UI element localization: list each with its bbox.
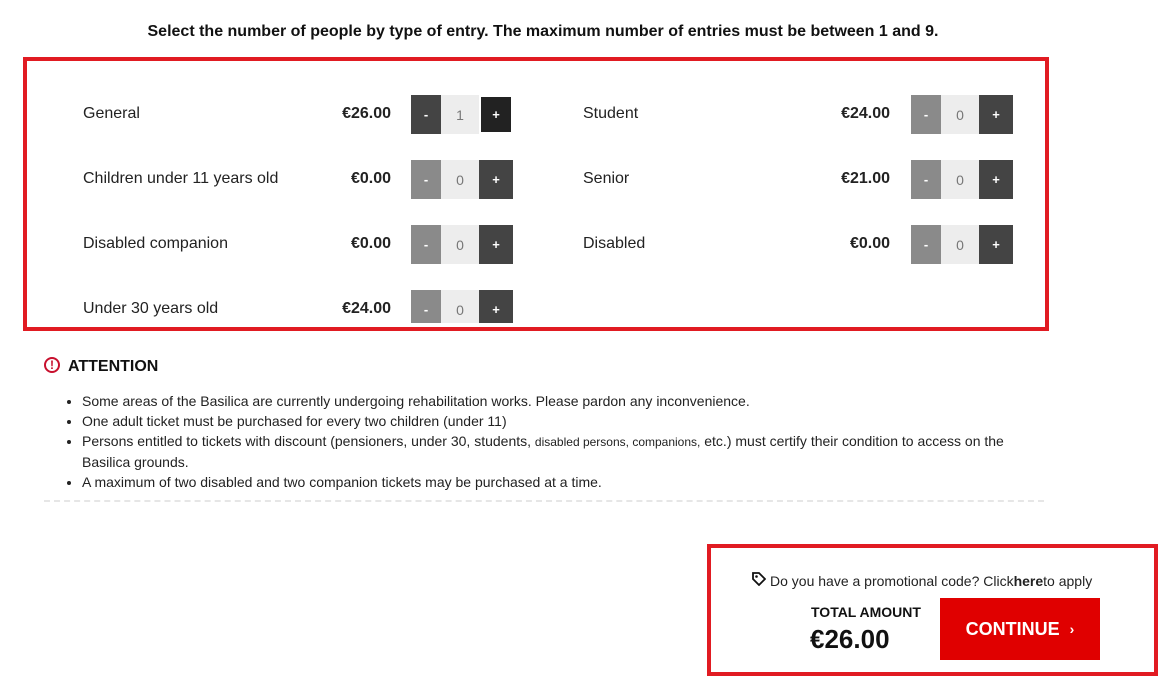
increment-button[interactable]: +: [479, 160, 513, 199]
attention-header: ! ATTENTION: [44, 357, 159, 376]
quantity-value[interactable]: 0: [941, 160, 979, 199]
decrement-button[interactable]: -: [911, 160, 941, 199]
tag-icon: [752, 572, 767, 589]
promo-code-prompt: Do you have a promotional code? Click he…: [752, 572, 1092, 589]
total-amount-label: TOTAL AMOUNT: [811, 604, 921, 620]
ticket-price-senior: €21.00: [841, 170, 890, 187]
list-item: Persons entitled to tickets with discoun…: [82, 431, 1052, 472]
stepper-children: - 0 +: [411, 160, 513, 199]
ticket-price-general: €26.00: [342, 105, 391, 122]
list-item: One adult ticket must be purchased for e…: [82, 411, 1052, 431]
increment-button[interactable]: +: [479, 225, 513, 264]
decrement-button[interactable]: -: [411, 95, 441, 134]
promo-link[interactable]: here: [1014, 573, 1044, 589]
ticket-label-disabled-companion: Disabled companion: [83, 235, 228, 252]
note-small-text: disabled persons, companions,: [534, 435, 701, 449]
decrement-button[interactable]: -: [411, 225, 441, 264]
list-item: Some areas of the Basilica are currently…: [82, 391, 1052, 411]
continue-button[interactable]: CONTINUE ›: [940, 598, 1100, 660]
stepper-disabled: - 0 +: [911, 225, 1013, 264]
stepper-general: - 1 +: [411, 95, 513, 134]
increment-button[interactable]: +: [479, 290, 513, 323]
decrement-button[interactable]: -: [911, 225, 941, 264]
promo-text-pre: Do you have a promotional code? Click: [770, 572, 1014, 589]
promo-text-post: to apply: [1043, 572, 1093, 589]
ticket-price-disabled-companion: €0.00: [350, 235, 391, 252]
continue-label: CONTINUE: [965, 618, 1060, 639]
quantity-value[interactable]: 0: [441, 290, 479, 323]
ticket-label-under-30: Under 30 years old: [83, 300, 219, 317]
ticket-price-student: €24.00: [841, 105, 890, 122]
ticket-label-senior: Senior: [583, 170, 630, 187]
stepper-senior: - 0 +: [911, 160, 1013, 199]
ticket-price-under-30: €24.00: [342, 300, 391, 317]
list-item: A maximum of two disabled and two compan…: [82, 472, 1052, 492]
increment-button[interactable]: +: [479, 95, 513, 134]
ticket-label-student: Student: [583, 105, 639, 122]
quantity-value[interactable]: 0: [941, 95, 979, 134]
ticket-selection-panel: General €26.00 - 1 + Children under 11 y…: [23, 57, 1049, 331]
ticket-label-disabled: Disabled: [583, 235, 646, 252]
chevron-right-icon: ›: [1069, 621, 1075, 637]
decrement-button[interactable]: -: [411, 160, 441, 199]
increment-button[interactable]: +: [979, 225, 1013, 264]
quantity-value[interactable]: 1: [441, 95, 479, 134]
order-summary-panel: Do you have a promotional code? Click he…: [707, 544, 1158, 676]
increment-button[interactable]: +: [979, 95, 1013, 134]
ticket-price-disabled: €0.00: [849, 235, 890, 252]
decrement-button[interactable]: -: [411, 290, 441, 323]
ticket-price-children: €0.00: [350, 170, 391, 187]
ticket-label-general: General: [83, 105, 140, 122]
instructions-text: Select the number of people by type of e…: [147, 23, 939, 40]
alert-circle-icon: !: [44, 357, 60, 373]
note-text: Persons entitled to tickets with discoun…: [82, 433, 535, 449]
divider: [44, 500, 1044, 502]
quantity-value[interactable]: 0: [941, 225, 979, 264]
ticket-label-children: Children under 11 years old: [83, 170, 279, 187]
attention-title: ATTENTION: [68, 358, 159, 375]
total-amount-value: €26.00: [810, 624, 890, 654]
attention-notes: Some areas of the Basilica are currently…: [64, 391, 1052, 492]
quantity-value[interactable]: 0: [441, 225, 479, 264]
quantity-value[interactable]: 0: [441, 160, 479, 199]
stepper-under-30: - 0 +: [411, 290, 513, 323]
decrement-button[interactable]: -: [911, 95, 941, 134]
stepper-disabled-companion: - 0 +: [411, 225, 513, 264]
increment-button[interactable]: +: [979, 160, 1013, 199]
stepper-student: - 0 +: [911, 95, 1013, 134]
